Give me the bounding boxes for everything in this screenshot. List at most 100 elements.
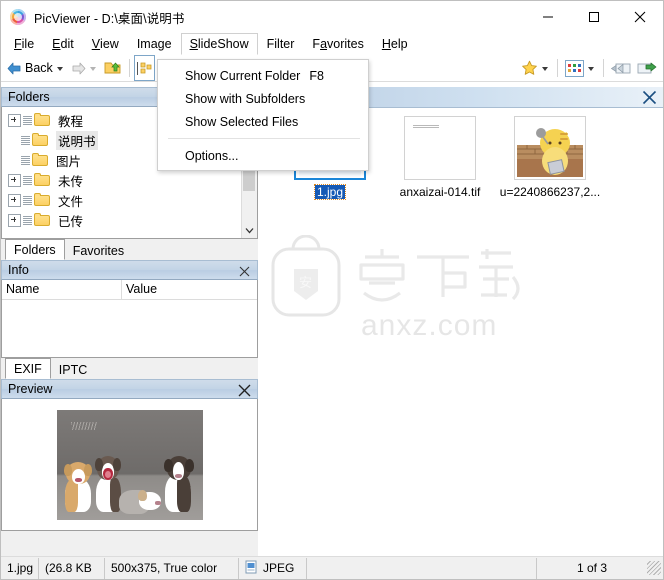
folder-icon (34, 193, 51, 207)
sidebar-tabs: Folders Favorites (1, 238, 258, 260)
back-label: Back (25, 61, 53, 75)
close-button[interactable] (617, 1, 663, 33)
status-bar: 1.jpg (26.8 KB 500x375, True color JPEG … (1, 556, 663, 579)
picviewer-window: PicViewer - D:\桌面\说明书 File Edit View Ima… (0, 0, 664, 580)
tree-item-label-selected: 说明书 (56, 130, 98, 150)
puppy (118, 486, 161, 514)
menu-item-options[interactable]: Options... (158, 144, 368, 167)
folder-icon (34, 173, 51, 187)
status-format-label: JPEG (263, 561, 295, 575)
preview-panel-title: Preview (8, 382, 53, 396)
tree-item[interactable]: 已传 (2, 210, 257, 230)
info-panel-header: Info (1, 260, 258, 280)
tree-item-label: 教程 (58, 113, 84, 129)
menu-item-label: Show with Subfolders (185, 91, 306, 106)
window-title: PicViewer - D:\桌面\说明书 (34, 11, 185, 26)
folder-icon (32, 153, 49, 167)
menu-filter[interactable]: Filter (258, 33, 304, 55)
menu-view[interactable]: View (83, 33, 128, 55)
info-tabs: EXIF IPTC (1, 357, 258, 379)
slideshow-dropdown-menu: Show Current Folder F8 Show with Subfold… (157, 59, 369, 171)
menu-favorites[interactable]: Fa vorites (303, 33, 372, 55)
five-puppies-photo (56, 409, 203, 520)
expand-plus-icon[interactable] (8, 113, 21, 127)
toolbar-separator-2 (557, 59, 558, 77)
jpeg-file-icon (245, 560, 257, 577)
folder-icon (32, 133, 49, 147)
info-table-header: Name Value (2, 280, 257, 300)
tab-favorites[interactable]: Favorites (64, 241, 133, 260)
forward-dropdown-caret[interactable] (89, 67, 96, 71)
view-dropdown-caret[interactable] (588, 67, 594, 71)
favorites-button[interactable] (518, 57, 553, 79)
menu-slideshow[interactable]: SlideShow (180, 33, 258, 55)
menu-file[interactable]: File (5, 33, 43, 55)
star-icon (522, 60, 537, 75)
folder-icon (34, 113, 51, 127)
resize-grip-icon[interactable] (647, 561, 661, 575)
maximize-button[interactable] (571, 1, 617, 33)
svg-text:安: 安 (299, 276, 312, 291)
folder-tree-button[interactable] (133, 55, 155, 81)
menu-item-shortcut: F8 (309, 68, 324, 83)
tree-item-label: 已传 (58, 213, 84, 229)
folder-tree-icon (136, 61, 152, 75)
tif-document-preview (407, 119, 473, 177)
menu-bar: File Edit View Image SlideShow Filter Fa… (1, 33, 663, 55)
menu-item-label: Options... (185, 148, 239, 163)
thumbnail-item[interactable]: anxaizai-014.tif (385, 116, 495, 199)
status-filename: 1.jpg (1, 557, 39, 579)
back-button[interactable]: Back (4, 57, 68, 79)
thumbnail-view-button[interactable] (562, 57, 599, 79)
tree-item-label: 图片 (56, 153, 82, 169)
expand-plus-icon[interactable] (8, 193, 21, 207)
thumbnail-image (514, 116, 586, 180)
info-table[interactable]: Name Value (1, 280, 258, 358)
menu-help[interactable]: Help (373, 33, 417, 55)
close-icon[interactable] (235, 262, 253, 280)
arrow-left-icon (7, 62, 21, 74)
picviewer-logo-icon (10, 9, 26, 25)
back-dropdown-caret[interactable] (56, 67, 63, 71)
tree-item-label: 文件 (58, 193, 84, 209)
toolbar-separator (128, 59, 130, 77)
tab-iptc[interactable]: IPTC (50, 360, 96, 379)
favorites-dropdown-caret[interactable] (542, 67, 548, 71)
thumbnail-view-icon (565, 59, 584, 77)
expand-plus-icon[interactable] (8, 213, 21, 227)
menu-item-label: Show Current Folder (185, 68, 301, 83)
close-icon[interactable] (640, 88, 658, 106)
preview-image-container[interactable] (1, 399, 258, 531)
menu-item-show-selected-files[interactable]: Show Selected Files (158, 110, 368, 133)
chevron-down-icon[interactable] (242, 223, 257, 238)
thumbnail-item[interactable]: u=2240866237,2... (495, 116, 605, 199)
arrow-right-icon (72, 62, 86, 74)
open-folder-button[interactable] (101, 57, 125, 79)
folders-panel-title: Folders (8, 90, 50, 104)
puppy (63, 460, 93, 512)
window-controls (525, 1, 663, 33)
menu-separator (168, 138, 360, 139)
column-header-value: Value (126, 282, 158, 296)
tree-item[interactable]: 未传 (2, 170, 257, 190)
menu-item-show-current-folder[interactable]: Show Current Folder F8 (158, 64, 368, 87)
tree-line (21, 134, 30, 146)
watermark-url: anxz.com (361, 309, 497, 342)
next-image-icon (637, 62, 657, 73)
thumbnail-caption: u=2240866237,2... (499, 185, 601, 199)
tree-line (23, 174, 32, 186)
menu-item-show-with-subfolders[interactable]: Show with Subfolders (158, 87, 368, 110)
next-image-button[interactable] (634, 57, 660, 79)
forward-button[interactable] (68, 57, 101, 79)
tree-item[interactable]: 文件 (2, 190, 257, 210)
minimize-button[interactable] (525, 1, 571, 33)
menu-image[interactable]: Image (128, 33, 181, 55)
menu-edit[interactable]: Edit (43, 33, 83, 55)
tab-exif[interactable]: EXIF (5, 358, 51, 379)
expand-plus-icon[interactable] (8, 173, 21, 187)
previous-image-icon (611, 63, 631, 73)
watermark: 安 anxz.com (265, 234, 625, 345)
previous-image-button[interactable] (608, 57, 634, 79)
close-icon[interactable] (235, 381, 253, 399)
tab-folders[interactable]: Folders (5, 239, 65, 260)
